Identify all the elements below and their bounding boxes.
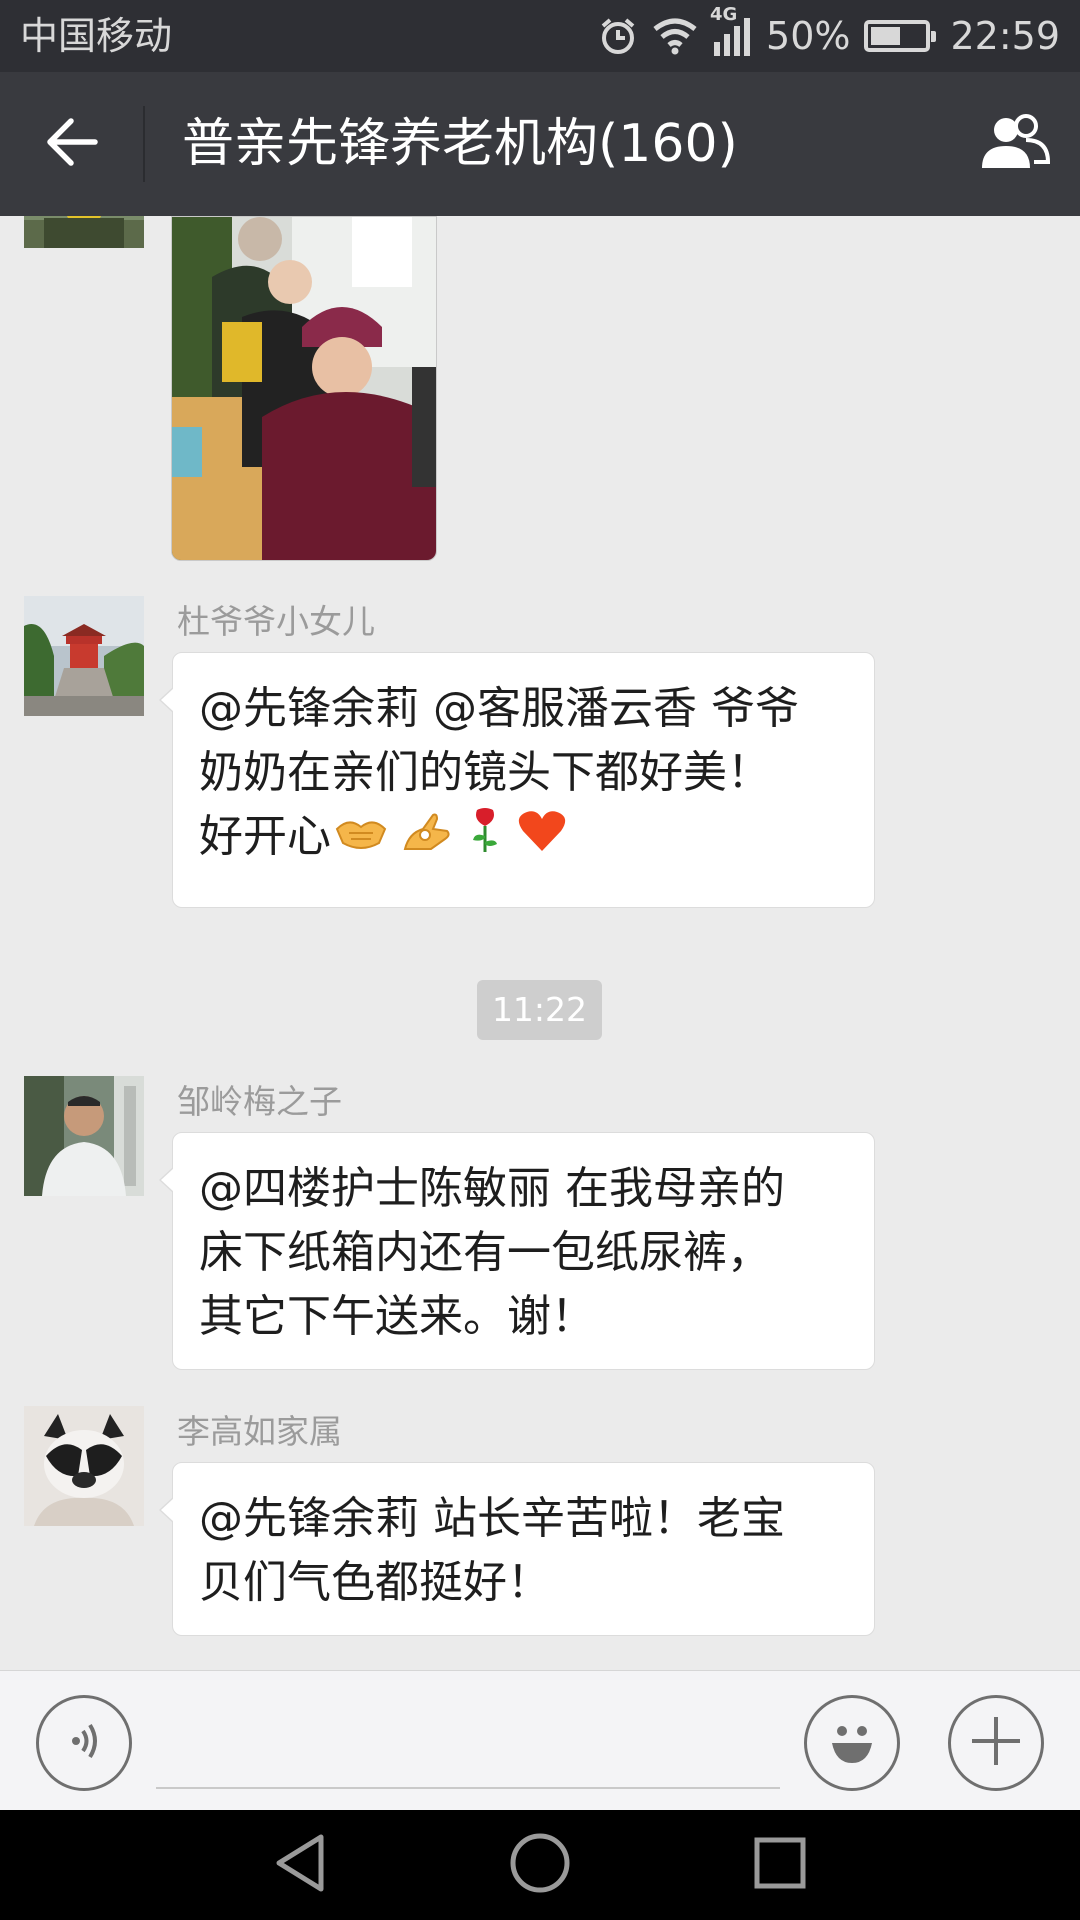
avatar[interactable] xyxy=(24,1406,144,1526)
nav-back-button[interactable] xyxy=(266,1830,336,1900)
alarm-icon xyxy=(598,16,638,56)
avatar[interactable] xyxy=(24,1076,144,1196)
heart-emoji xyxy=(517,807,567,871)
signal-icon: 4G xyxy=(710,4,752,56)
rose-emoji xyxy=(467,806,503,872)
emoji-icon xyxy=(822,1711,882,1775)
status-icons: 4G 50% 22:59 xyxy=(598,4,1060,60)
nav-recents-icon xyxy=(753,1836,807,1894)
avatar[interactable] xyxy=(24,596,144,716)
nav-back-icon xyxy=(273,1833,329,1897)
back-arrow-icon xyxy=(45,117,99,171)
plus-icon xyxy=(968,1713,1024,1773)
message-line: 贝们气色都挺好！ xyxy=(199,1557,551,1608)
message-line-with-emoji: 好开心 xyxy=(199,805,848,872)
emoji-group xyxy=(335,806,567,872)
message-line: @先锋余莉 @客服潘云香 爷爷 xyxy=(199,683,799,734)
nav-recents-button[interactable] xyxy=(745,1830,815,1900)
emoji-button[interactable] xyxy=(804,1695,900,1791)
clock: 22:59 xyxy=(950,14,1060,58)
voice-input-button[interactable] xyxy=(36,1695,132,1791)
battery-percent: 50% xyxy=(766,14,851,58)
message-text: 好开心 xyxy=(199,811,331,862)
chat-title: 普亲先锋养老机构(160) xyxy=(182,114,738,174)
nav-home-button[interactable] xyxy=(505,1830,575,1900)
more-options-button[interactable] xyxy=(948,1695,1044,1791)
message-bubble[interactable]: @先锋余莉 站长辛苦啦！老宝 贝们气色都挺好！ xyxy=(159,1462,875,1636)
group-members-icon xyxy=(972,112,1052,176)
message-line: 床下纸箱内还有一包纸尿裤， xyxy=(199,1227,771,1278)
nav-home-icon xyxy=(509,1832,571,1898)
wifi-icon xyxy=(652,17,698,55)
message-input[interactable] xyxy=(156,1699,780,1789)
message-bubble[interactable]: @四楼护士陈敏丽 在我母亲的 床下纸箱内还有一包纸尿裤， 其它下午送来。谢！ xyxy=(159,1132,875,1370)
message-line: @先锋余莉 站长辛苦啦！老宝 xyxy=(199,1493,785,1544)
title-bar: 普亲先锋养老机构(160) xyxy=(0,72,1080,216)
voice-icon xyxy=(62,1719,106,1767)
status-bar: 中国移动 4G 50% 22:59 xyxy=(0,0,1080,72)
avatar[interactable] xyxy=(24,216,144,248)
time-separator: 11:22 xyxy=(477,980,602,1040)
group-members-button[interactable] xyxy=(972,108,1052,180)
sender-name: 李高如家属 xyxy=(177,1412,342,1451)
battery-icon xyxy=(864,20,937,52)
sender-name: 杜爷爷小女儿 xyxy=(177,602,375,641)
chat-message-list[interactable]: 杜爷爷小女儿 @先锋余莉 @客服潘云香 爷爷 奶奶在亲们的镜头下都好美！ 好开心 xyxy=(0,216,1080,1670)
title-divider xyxy=(143,106,145,182)
message-line: @四楼护士陈敏丽 在我母亲的 xyxy=(199,1163,785,1214)
message-bubble[interactable]: @先锋余莉 @客服潘云香 爷爷 奶奶在亲们的镜头下都好美！ 好开心 xyxy=(159,652,875,908)
message-line: 其它下午送来。谢！ xyxy=(199,1291,595,1342)
message-line: 奶奶在亲们的镜头下都好美！ xyxy=(199,747,771,798)
sender-name: 邹岭梅之子 xyxy=(177,1082,342,1121)
ok-hand-emoji xyxy=(401,807,453,871)
system-nav-bar xyxy=(0,1810,1080,1920)
back-button[interactable] xyxy=(36,108,108,180)
battery-fill xyxy=(871,27,901,45)
carrier-name: 中国移动 xyxy=(20,14,173,58)
handshake-emoji xyxy=(335,807,387,871)
image-message[interactable] xyxy=(171,216,437,561)
network-type: 4G xyxy=(710,4,738,25)
input-bar xyxy=(0,1670,1080,1810)
